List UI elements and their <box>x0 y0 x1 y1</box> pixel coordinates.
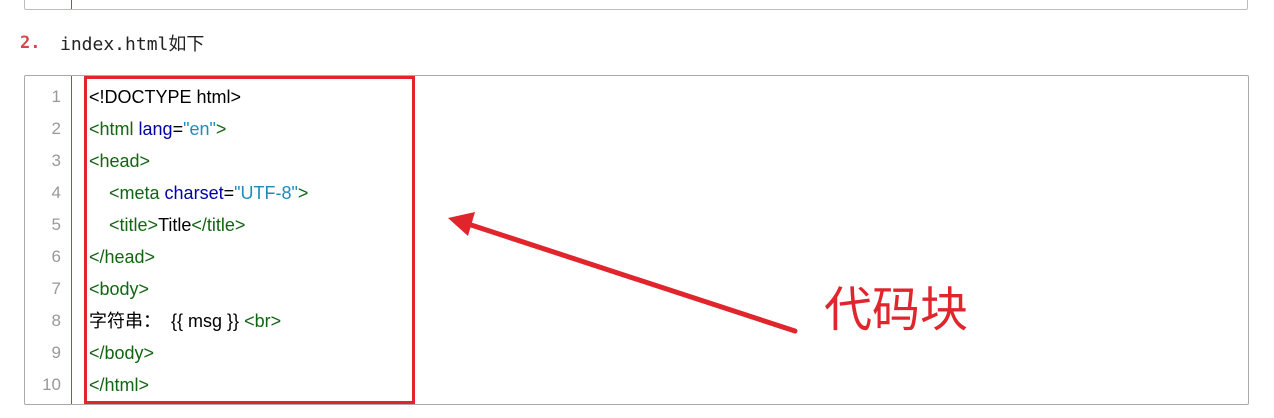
list-number: 2. <box>20 33 41 53</box>
list-item-2: 2. index.html如下 <box>20 30 204 56</box>
line-number: 2 <box>51 119 61 138</box>
gutter-divider <box>71 76 72 404</box>
line-number-gutter: 1 2 3 4 5 6 7 8 9 10 <box>25 76 71 404</box>
line-number: 1 <box>51 87 61 106</box>
previous-code-block <box>24 0 1248 10</box>
line-number: 8 <box>51 311 61 330</box>
line-number: 6 <box>51 247 61 266</box>
line-number: 3 <box>51 151 61 170</box>
gutter-divider <box>71 0 72 9</box>
annotation-label: 代码块 <box>824 282 969 338</box>
line-number: 10 <box>42 375 61 394</box>
highlight-box <box>84 76 415 404</box>
line-number: 9 <box>51 343 61 362</box>
line-number: 7 <box>51 279 61 298</box>
line-number: 5 <box>51 215 61 234</box>
line-number: 4 <box>51 183 61 202</box>
list-item-text: index.html如下 <box>60 34 205 55</box>
